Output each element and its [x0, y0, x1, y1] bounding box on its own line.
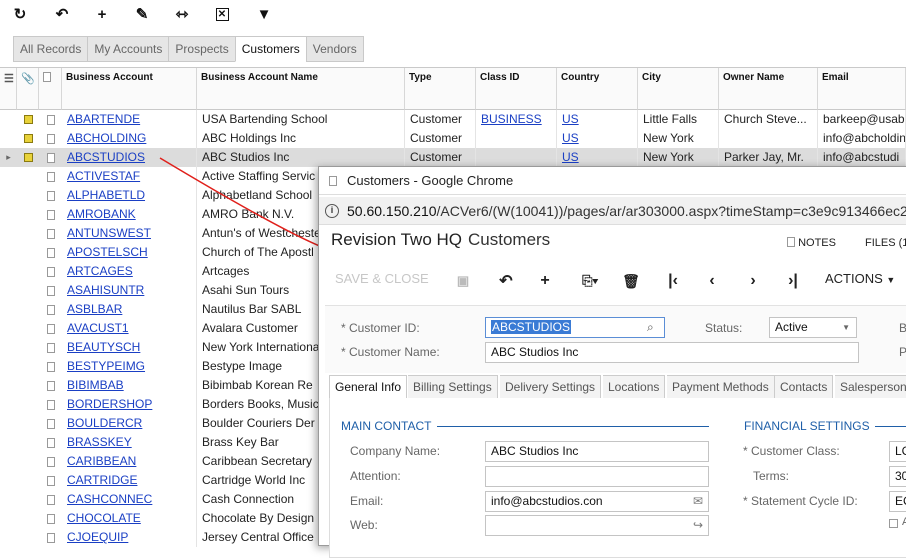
right-edge-label-p: P	[899, 345, 906, 359]
customer-name-field[interactable]: ABC Studios Inc	[485, 342, 859, 363]
first-record-icon[interactable]: |‹	[661, 269, 685, 293]
files-button[interactable]: FILES (1	[865, 237, 906, 249]
notes-button[interactable]: NOTES	[787, 237, 836, 249]
save-close-button[interactable]: SAVE & CLOSE	[335, 271, 429, 286]
url-path: /ACVer6/(W(10041))/pages/ar/ar303000.asp…	[436, 203, 906, 219]
info-icon[interactable]: i	[325, 204, 339, 218]
tab-salesperson[interactable]: Salesperson	[835, 375, 906, 399]
checkbox-label: A	[902, 516, 906, 528]
company-name: Revision Two HQ	[331, 230, 463, 249]
cancel-icon[interactable]: ↶	[494, 269, 518, 293]
customer-id-value: ABCSTUDIOS	[491, 320, 572, 334]
section-divider	[437, 426, 709, 427]
checkbox[interactable]	[889, 519, 898, 528]
terms-field[interactable]: 30	[889, 466, 906, 487]
note-icon	[787, 237, 795, 247]
customer-name-label: * Customer Name:	[341, 345, 440, 359]
right-edge-label-b: B	[899, 321, 906, 335]
customer-popup-window: Customers - Google Chrome i 50.60.150.21…	[318, 166, 906, 558]
last-record-icon[interactable]: ›|	[781, 269, 805, 293]
save-icon[interactable]: ▣	[451, 269, 475, 293]
notes-label: NOTES	[798, 237, 836, 249]
section-divider	[875, 426, 906, 427]
customer-id-label: * Customer ID:	[341, 321, 420, 335]
open-link-icon[interactable]: ↪	[693, 516, 703, 535]
attention-label: Attention:	[350, 469, 401, 483]
screen-title: Customers	[468, 230, 551, 249]
chevron-down-icon: ▼	[886, 275, 896, 285]
statement-cycle-label: * Statement Cycle ID:	[743, 494, 858, 508]
company-name-label: Company Name:	[350, 444, 441, 458]
status-label: Status:	[705, 321, 743, 335]
tab-delivery-settings[interactable]: Delivery Settings	[500, 375, 602, 399]
status-value: Active	[775, 320, 808, 334]
add-record-icon[interactable]: +	[533, 269, 557, 293]
popup-titlebar[interactable]: Customers - Google Chrome	[319, 167, 906, 195]
copy-paste-icon[interactable]: ⎘▾	[574, 269, 606, 293]
popup-address-bar[interactable]: i 50.60.150.210/ACVer6/(W(10041))/pages/…	[319, 197, 906, 225]
company-name-field[interactable]: ABC Studios Inc	[485, 441, 709, 462]
actions-label: ACTIONS	[825, 271, 883, 286]
web-label: Web:	[350, 518, 378, 532]
next-record-icon[interactable]: ›	[741, 269, 765, 293]
statement-cycle-field[interactable]: EC	[889, 491, 906, 512]
popup-window-title: Customers - Google Chrome	[347, 173, 514, 188]
tab-billing-settings[interactable]: Billing Settings	[408, 375, 498, 399]
main-contact-title: MAIN CONTACT	[341, 419, 432, 433]
terms-label: Terms:	[753, 469, 789, 483]
financial-settings-title: FINANCIAL SETTINGS	[744, 419, 870, 433]
delete-icon[interactable]: 🗑	[619, 269, 643, 293]
email-label: Email:	[350, 494, 384, 508]
customer-class-field[interactable]: LC	[889, 441, 906, 462]
chevron-down-icon: ▼	[842, 323, 850, 332]
attention-field[interactable]	[485, 466, 709, 487]
search-icon[interactable]: ⌕	[647, 320, 654, 335]
tab-contacts[interactable]: Contacts	[775, 375, 834, 399]
email-field[interactable]: info@abcstudios.con ✉	[485, 491, 709, 512]
web-field[interactable]: ↪	[485, 515, 709, 536]
customer-id-field[interactable]: ABCSTUDIOS	[485, 317, 665, 338]
actions-menu[interactable]: ACTIONS ▼	[825, 271, 895, 286]
envelope-icon[interactable]: ✉	[693, 492, 703, 511]
tab-payment-methods[interactable]: Payment Methods	[667, 375, 775, 399]
page-icon	[329, 176, 337, 186]
customer-class-label: * Customer Class:	[743, 444, 840, 458]
tab-general-info[interactable]: General Info	[329, 375, 408, 399]
tab-locations[interactable]: Locations	[603, 375, 666, 399]
email-value: info@abcstudios.con	[491, 494, 603, 508]
status-select[interactable]: Active ▼	[769, 317, 857, 338]
url-host: 50.60.150.210	[347, 203, 437, 219]
previous-record-icon[interactable]: ‹	[700, 269, 724, 293]
